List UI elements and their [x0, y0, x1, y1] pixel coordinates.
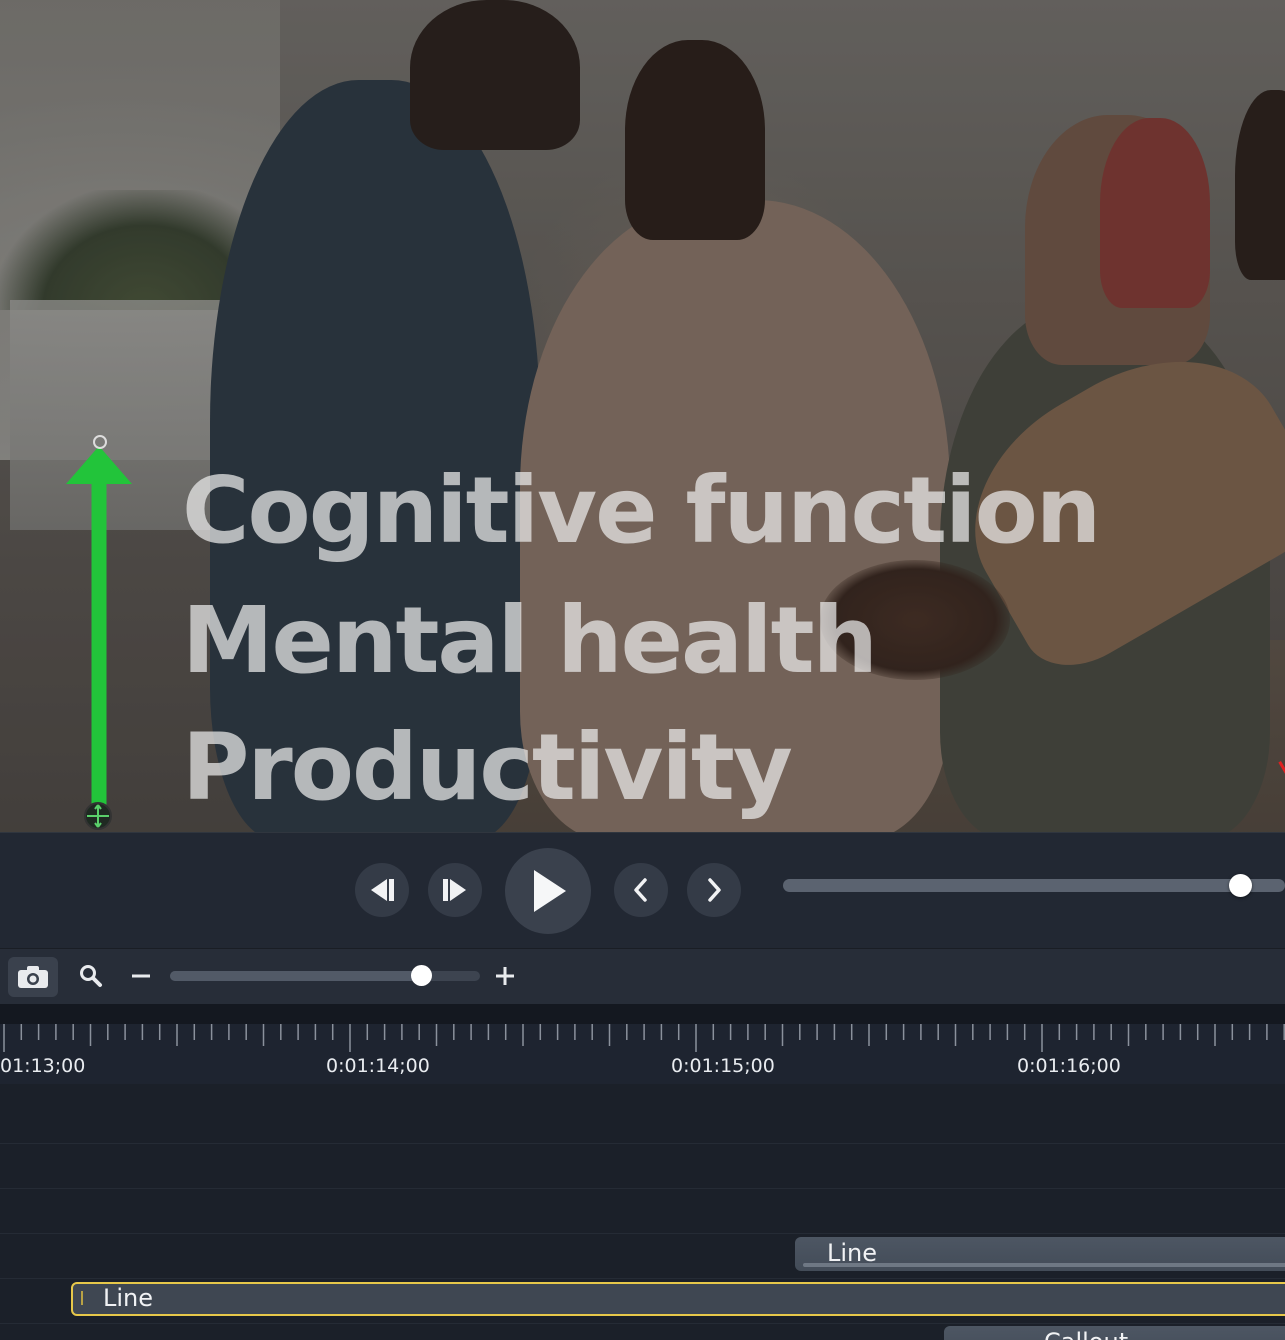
timeline-divider: [0, 1004, 1285, 1024]
zoom-icon[interactable]: [76, 961, 106, 991]
track-row[interactable]: [0, 1189, 1285, 1234]
play-button[interactable]: [505, 848, 591, 934]
snapshot-button[interactable]: [8, 957, 58, 997]
ruler-ticks: [3, 1024, 1285, 1052]
overlay-text-line-2[interactable]: Mental health: [182, 595, 878, 687]
camera-icon: [18, 966, 48, 988]
timeline-tracks: Line Line Callout: [0, 1084, 1285, 1340]
canvas-dim-overlay: [0, 0, 1285, 832]
clip-label: Callout: [1044, 1328, 1128, 1340]
playback-scrubber[interactable]: [783, 879, 1285, 892]
step-back-button[interactable]: [355, 863, 409, 917]
overlay-text-line-3[interactable]: Productivity: [182, 722, 793, 814]
ruler-label: 0:01:14;00: [326, 1055, 430, 1077]
line-clip-selected[interactable]: Line: [71, 1282, 1285, 1316]
zoom-out-button[interactable]: [126, 961, 156, 991]
step-back-icon: [371, 879, 394, 901]
timeline-zoom-fill: [170, 971, 422, 981]
previous-marker-button[interactable]: [614, 863, 668, 917]
clip-label: Line: [103, 1284, 154, 1312]
overlay-text-line-1[interactable]: Cognitive function: [182, 465, 1101, 557]
clip-bar: [803, 1263, 1285, 1267]
green-arrow-annotation[interactable]: [60, 430, 140, 832]
timeline-zoom-slider[interactable]: [170, 971, 480, 981]
step-forward-button[interactable]: [428, 863, 482, 917]
zoom-in-button[interactable]: [490, 961, 520, 991]
video-canvas[interactable]: Cognitive function Mental health Product…: [0, 0, 1285, 832]
track-row[interactable]: [0, 1099, 1285, 1144]
callout-clip[interactable]: Callout: [944, 1326, 1285, 1340]
arrow-end-handle[interactable]: [93, 435, 107, 449]
timeline-zoom-knob[interactable]: [410, 965, 432, 986]
chevron-right-icon: [708, 878, 721, 902]
minus-icon: [132, 974, 150, 978]
timeline-ruler[interactable]: 01:13;00 0:01:14;00 0:01:15;00 0:01:16;0…: [0, 1024, 1285, 1084]
play-icon: [534, 870, 566, 912]
timeline-toolbar: [0, 948, 1285, 1004]
plus-icon: [496, 967, 514, 985]
clip-trim-handle[interactable]: [81, 1291, 83, 1305]
arrow-head: [66, 446, 132, 484]
playback-scrubber-knob[interactable]: [1228, 874, 1252, 897]
track-row[interactable]: [0, 1144, 1285, 1189]
line-clip[interactable]: Line: [795, 1237, 1285, 1271]
next-marker-button[interactable]: [687, 863, 741, 917]
ruler-label: 0:01:16;00: [1017, 1055, 1121, 1077]
ruler-label: 01:13;00: [0, 1055, 86, 1077]
chevron-left-icon: [634, 878, 647, 902]
step-forward-icon: [443, 879, 466, 901]
ruler-label: 0:01:15;00: [671, 1055, 775, 1077]
playback-controls: [0, 832, 1285, 948]
